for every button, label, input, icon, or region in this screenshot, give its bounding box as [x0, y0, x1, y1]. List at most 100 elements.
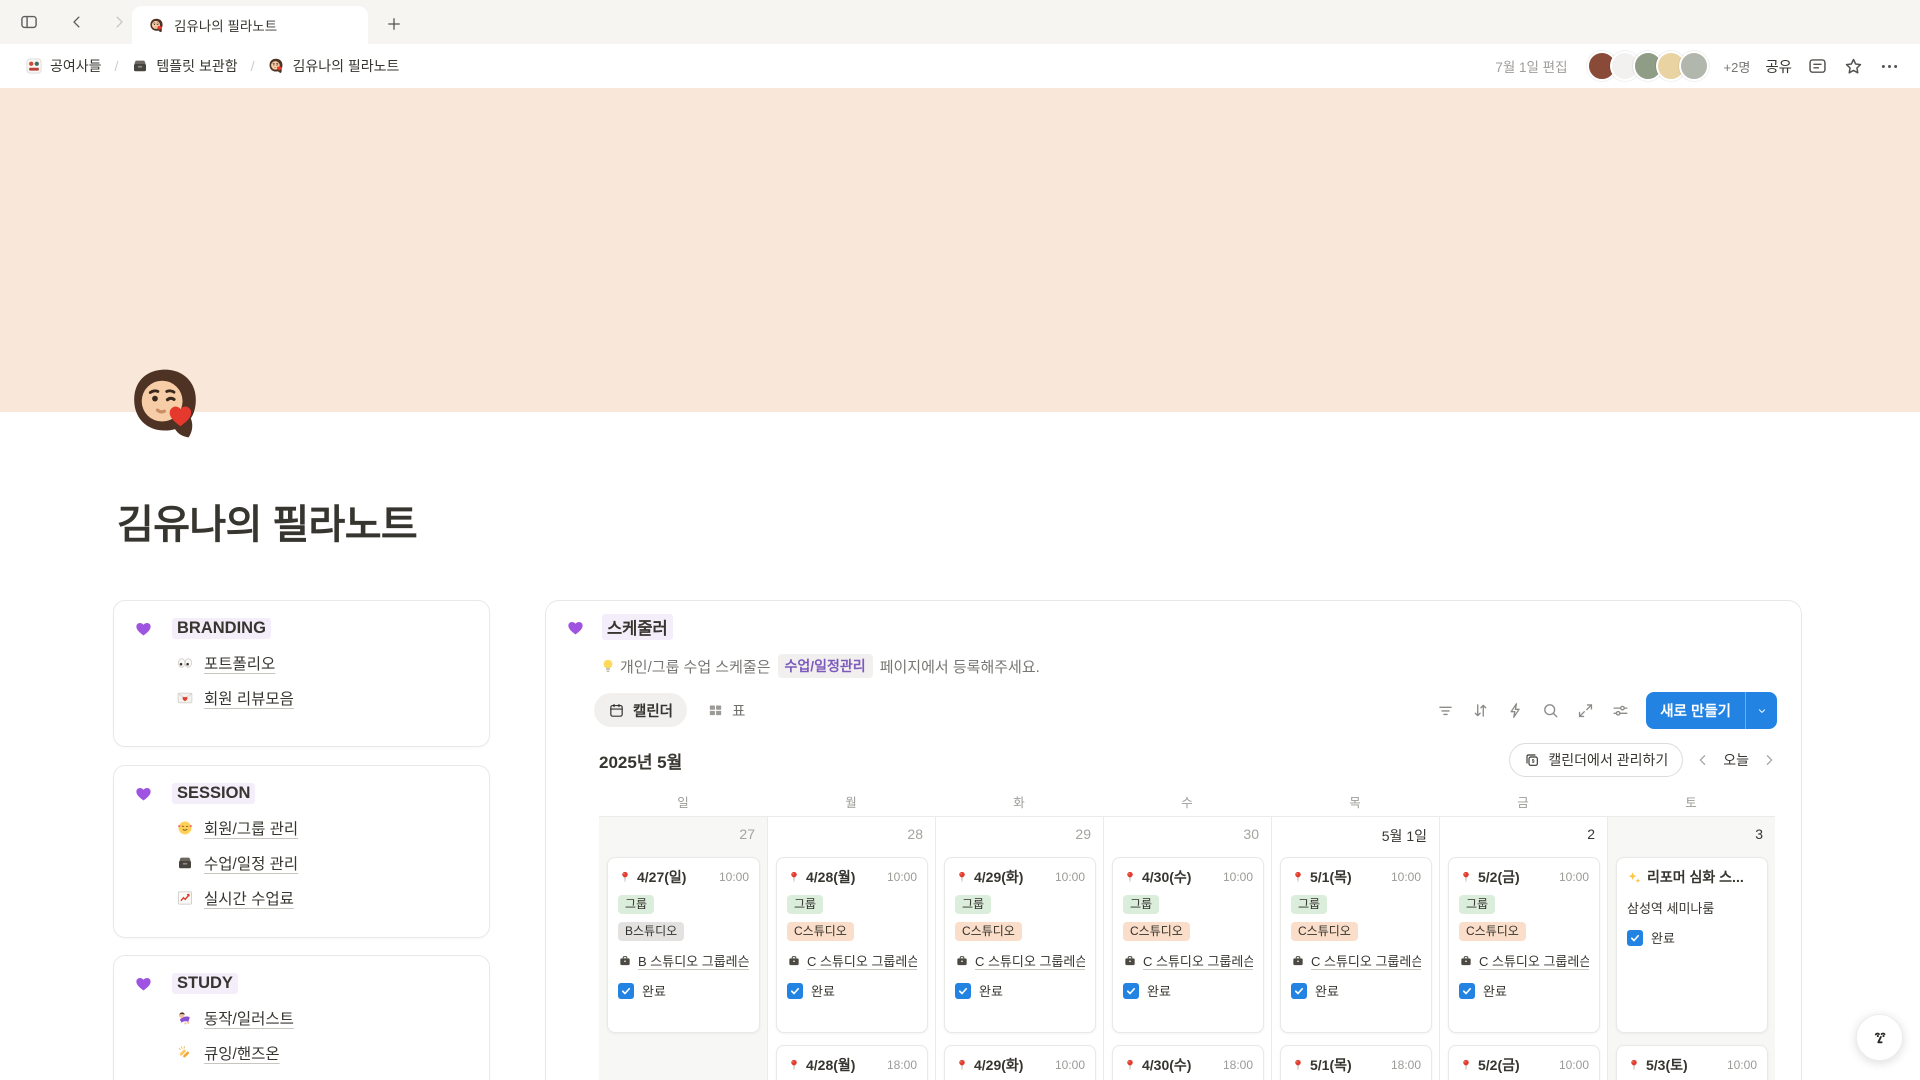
comments-icon[interactable]	[1807, 56, 1828, 77]
tip-page-chip[interactable]: 수업/일정관리	[778, 654, 873, 678]
event-card[interactable]: 5/2(금)10:00그룹C스튜디오C 스튜디오 그룹레슨완료	[1448, 857, 1600, 1033]
page-link-label[interactable]: 수업/일정 관리	[204, 852, 298, 874]
page-link-label[interactable]: 회원/그룹 관리	[204, 817, 298, 839]
done-checkbox[interactable]	[1627, 930, 1643, 946]
breadcrumb-item[interactable]: 김유나의 필라노트	[262, 53, 404, 79]
page-tab[interactable]: 김유나의 필라노트	[132, 6, 368, 44]
sparkles-icon	[1627, 870, 1642, 885]
page-link-item[interactable]: 수업/일정 관리	[176, 852, 469, 874]
next-month-icon[interactable]	[1761, 752, 1777, 768]
done-checkbox[interactable]	[1291, 983, 1307, 999]
weekday-label: 토	[1607, 792, 1775, 811]
event-card[interactable]: 5/2(금)10:00	[1448, 1045, 1600, 1080]
new-entry-dropdown[interactable]	[1745, 692, 1777, 729]
tag-line: 그룹	[1123, 895, 1253, 914]
done-checkbox[interactable]	[955, 983, 971, 999]
new-entry-button[interactable]: 새로 만들기	[1646, 692, 1777, 729]
avatar[interactable]	[1679, 51, 1709, 81]
event-link[interactable]: B 스튜디오 그룹레슨	[638, 951, 749, 970]
new-entry-label[interactable]: 새로 만들기	[1646, 692, 1745, 729]
weekday-header: 일월화수목금토	[599, 787, 1775, 816]
filter-icon[interactable]	[1436, 701, 1455, 720]
briefcase-icon	[1291, 954, 1305, 968]
event-card[interactable]: 4/30(수)18:00	[1112, 1045, 1264, 1080]
done-checkbox[interactable]	[618, 983, 634, 999]
event-card[interactable]: 4/27(일)10:00그룹B스튜디오B 스튜디오 그룹레슨완료	[607, 857, 760, 1033]
new-tab-button[interactable]	[380, 10, 408, 38]
manage-in-calendar-button[interactable]: 9 캘린더에서 관리하기	[1509, 743, 1683, 777]
search-icon[interactable]	[1541, 701, 1560, 720]
automation-lightning-icon[interactable]	[1506, 701, 1525, 720]
breadcrumb-item[interactable]: 템플릿 보관함	[126, 53, 242, 79]
sidebar-toggle-icon[interactable]	[12, 5, 46, 39]
briefcase-icon	[955, 954, 969, 968]
event-card[interactable]: 5/1(목)18:00	[1280, 1045, 1432, 1080]
page-link-item[interactable]: 동작/일러스트	[176, 1007, 469, 1029]
sort-icon[interactable]	[1471, 701, 1490, 720]
notion-ai-button[interactable]	[1856, 1014, 1903, 1061]
page-link-label[interactable]: 포트폴리오	[204, 652, 275, 674]
event-date: 5/1(목)	[1310, 867, 1352, 887]
event-card[interactable]: 4/30(수)10:00그룹C스튜디오C 스튜디오 그룹레슨완료	[1112, 857, 1264, 1033]
back-button[interactable]	[60, 5, 94, 39]
event-card[interactable]: 4/28(월)10:00그룹C스튜디오C 스튜디오 그룹레슨완료	[776, 857, 928, 1033]
day-cell[interactable]: 284/28(월)10:00그룹C스튜디오C 스튜디오 그룹레슨완료4/28(월…	[767, 817, 935, 1080]
done-checkbox[interactable]	[1123, 983, 1139, 999]
briefcase-icon	[1459, 954, 1473, 968]
view-tab-calendar[interactable]: 캘린더	[594, 693, 687, 727]
tag-pill: 그룹	[1291, 895, 1327, 914]
date-number: 27	[599, 817, 767, 855]
view-tab-table[interactable]: 표	[693, 693, 759, 727]
page-link-label[interactable]: 동작/일러스트	[204, 1007, 294, 1029]
more-members-count[interactable]: +2명	[1724, 57, 1751, 76]
event-card[interactable]: 5/1(목)10:00그룹C스튜디오C 스튜디오 그룹레슨완료	[1280, 857, 1432, 1033]
top-bar: 공여사들/템플릿 보관함/김유나의 필라노트 7월 1일 편집 +2명 공유	[0, 44, 1920, 88]
done-checkbox[interactable]	[1459, 983, 1475, 999]
page-icon-memoji[interactable]	[122, 361, 208, 447]
topbar-actions: 7월 1일 편집 +2명 공유	[1495, 51, 1900, 81]
share-button[interactable]: 공유	[1765, 56, 1792, 77]
event-time: 10:00	[1055, 1058, 1085, 1072]
expand-icon[interactable]	[1576, 701, 1595, 720]
day-cell[interactable]: 274/27(일)10:00그룹B스튜디오B 스튜디오 그룹레슨완료	[599, 817, 767, 1080]
page-link-item[interactable]: 회원/그룹 관리	[176, 817, 469, 839]
day-cell[interactable]: 294/29(화)10:00그룹C스튜디오C 스튜디오 그룹레슨완료4/29(화…	[935, 817, 1103, 1080]
page-link-label[interactable]: 회원 리뷰모음	[204, 687, 294, 709]
page-link-item[interactable]: 회원 리뷰모음	[176, 687, 469, 709]
event-link[interactable]: C 스튜디오 그룹레슨	[1479, 951, 1589, 970]
forward-button[interactable]	[102, 5, 136, 39]
weekday-label: 금	[1439, 792, 1607, 811]
day-cell[interactable]: 5월 1일5/1(목)10:00그룹C스튜디오C 스튜디오 그룹레슨완료5/1(…	[1271, 817, 1439, 1080]
page-title[interactable]: 김유나의 필라노트	[117, 492, 417, 550]
member-avatars[interactable]	[1587, 51, 1709, 81]
done-checkbox[interactable]	[787, 983, 803, 999]
weekday-label: 수	[1103, 792, 1271, 811]
event-card[interactable]: 5/3(토)10:00	[1616, 1045, 1768, 1080]
page-link-label[interactable]: 큐잉/핸즈온	[204, 1042, 280, 1064]
event-header: 5/1(목)18:00	[1291, 1055, 1421, 1075]
page-link-item[interactable]: 실시간 수업료	[176, 887, 469, 909]
today-button[interactable]: 오늘	[1723, 750, 1749, 770]
page-link-item[interactable]: 포트폴리오	[176, 652, 469, 674]
scheduler-heading-label[interactable]: 스케줄러	[602, 614, 673, 640]
more-options-icon[interactable]	[1879, 56, 1900, 77]
event-link-row: C 스튜디오 그룹레슨	[955, 951, 1085, 970]
event-card[interactable]: 4/29(화)10:00그룹C스튜디오C 스튜디오 그룹레슨완료	[944, 857, 1096, 1033]
event-link[interactable]: C 스튜디오 그룹레슨	[1311, 951, 1421, 970]
breadcrumb-item[interactable]: 공여사들	[20, 53, 107, 79]
event-card[interactable]: 리포머 심화 스...삼성역 세미나룸완료	[1616, 857, 1768, 1033]
page-link-item[interactable]: 큐잉/핸즈온	[176, 1042, 469, 1064]
event-link[interactable]: C 스튜디오 그룹레슨	[807, 951, 917, 970]
tag-pill: B스튜디오	[618, 922, 684, 941]
page-link-label[interactable]: 실시간 수업료	[204, 887, 294, 909]
prev-month-icon[interactable]	[1695, 752, 1711, 768]
day-cell[interactable]: 3리포머 심화 스...삼성역 세미나룸완료5/3(토)10:00	[1607, 817, 1775, 1080]
event-link[interactable]: C 스튜디오 그룹레슨	[975, 951, 1085, 970]
view-settings-icon[interactable]	[1611, 701, 1630, 720]
event-card[interactable]: 4/28(월)18:00	[776, 1045, 928, 1080]
day-cell[interactable]: 304/30(수)10:00그룹C스튜디오C 스튜디오 그룹레슨완료4/30(수…	[1103, 817, 1271, 1080]
favorite-star-icon[interactable]	[1843, 56, 1864, 77]
event-card[interactable]: 4/29(화)10:00	[944, 1045, 1096, 1080]
day-cell[interactable]: 25/2(금)10:00그룹C스튜디오C 스튜디오 그룹레슨완료5/2(금)10…	[1439, 817, 1607, 1080]
event-link[interactable]: C 스튜디오 그룹레슨	[1143, 951, 1253, 970]
